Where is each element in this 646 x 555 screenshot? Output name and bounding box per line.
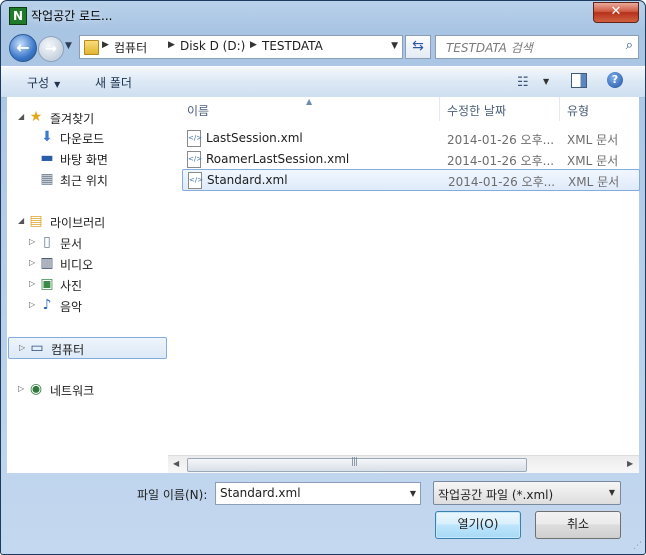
- filename-dropdown-icon[interactable]: ▼: [410, 489, 416, 498]
- sort-ascending-icon: ▲: [306, 97, 313, 106]
- close-button[interactable]: ✕: [593, 2, 639, 23]
- refresh-button[interactable]: ⇆: [405, 35, 431, 59]
- recent-pages-chevron-icon[interactable]: ▼: [65, 41, 72, 51]
- view-options-icon[interactable]: ☷: [517, 75, 529, 90]
- expand-triangle-icon[interactable]: ▷: [19, 343, 25, 352]
- filename-input[interactable]: Standard.xml ▼: [215, 482, 421, 505]
- filetype-value: 작업공간 파일 (*.xml): [438, 488, 554, 502]
- desktop-icon: ▬: [40, 150, 54, 166]
- view-options-chevron-icon[interactable]: ▼: [543, 77, 549, 86]
- breadcrumb-testdata[interactable]: TESTDATA: [262, 39, 323, 53]
- collapse-triangle-icon[interactable]: ◢: [18, 216, 24, 225]
- file-name: Standard.xml: [207, 173, 288, 187]
- app-icon: N: [9, 7, 27, 25]
- horizontal-scrollbar[interactable]: ◀ ||| ▶: [168, 455, 639, 473]
- resize-grip-icon[interactable]: ⋰: [633, 541, 642, 551]
- breadcrumb-arrow-icon[interactable]: ▶: [250, 40, 257, 50]
- nav-item-documents[interactable]: ▷ ▯ 문서: [7, 232, 167, 252]
- xml-file-icon: </>: [188, 172, 203, 189]
- file-list: 이름 ▲ 수정한 날짜 유형 </> LastSession.xml 2014-…: [168, 97, 640, 473]
- command-bar: 구성 ▼ 새 폴더 ☷ ▼ ?: [1, 66, 645, 98]
- expand-triangle-icon[interactable]: ▷: [29, 237, 35, 246]
- open-file-dialog: N 작업공간 로드... ✕ ← → ▼ ▶ 컴퓨터 ▶ Disk D (D:)…: [0, 0, 646, 555]
- nav-item-computer[interactable]: ▷ ▭ 컴퓨터: [8, 337, 167, 359]
- filetype-select[interactable]: 작업공간 파일 (*.xml) ▼: [433, 481, 621, 505]
- column-header-name[interactable]: 이름: [187, 102, 209, 126]
- recent-places-icon: ▦: [40, 171, 54, 187]
- file-date: 2014-01-26 오후...: [448, 175, 556, 189]
- scroll-left-icon[interactable]: ◀: [173, 459, 179, 468]
- nav-item-downloads[interactable]: ⬇ 다운로드: [7, 127, 167, 147]
- downloads-folder-icon: ⬇: [41, 129, 53, 145]
- computer-icon: ▭: [30, 340, 44, 356]
- file-name: LastSession.xml: [206, 131, 303, 145]
- nav-item-favorites[interactable]: ◢ ★ 즐겨찾기: [7, 107, 167, 127]
- expand-triangle-icon[interactable]: ▷: [29, 300, 35, 309]
- nav-item-pictures[interactable]: ▷ ▣ 사진: [7, 274, 167, 294]
- back-button[interactable]: ←: [9, 34, 37, 62]
- address-dropdown-icon[interactable]: ▼: [391, 41, 398, 51]
- nav-item-libraries[interactable]: ◢ ▤ 라이브러리: [7, 211, 167, 231]
- file-type: XML 문서: [568, 175, 620, 189]
- file-type: XML 문서: [567, 133, 619, 147]
- address-bar[interactable]: ▶ 컴퓨터 ▶ Disk D (D:) ▶ TESTDATA ▼: [79, 35, 403, 59]
- forward-button[interactable]: →: [38, 36, 64, 62]
- search-input[interactable]: TESTDATA 검색 ⌕: [435, 35, 639, 59]
- nav-item-videos[interactable]: ▷ ▥ 비디오: [7, 253, 167, 273]
- window-title: 작업공간 로드...: [31, 9, 113, 23]
- cancel-button[interactable]: 취소: [535, 511, 621, 539]
- filename-value: Standard.xml: [220, 486, 301, 500]
- documents-icon: ▯: [43, 234, 51, 250]
- new-folder-button[interactable]: 새 폴더: [95, 74, 132, 91]
- file-name: RoamerLastSession.xml: [206, 152, 350, 166]
- search-icon[interactable]: ⌕: [626, 38, 633, 53]
- title-bar[interactable]: N 작업공간 로드... ✕: [1, 1, 645, 29]
- video-film-icon: ▥: [40, 255, 54, 271]
- expand-triangle-icon[interactable]: ▷: [29, 279, 35, 288]
- search-placeholder: TESTDATA 검색: [446, 41, 533, 55]
- preview-pane-icon[interactable]: [571, 73, 587, 88]
- filename-label: 파일 이름(N):: [137, 488, 208, 502]
- breadcrumb-arrow-icon[interactable]: ▶: [102, 40, 109, 50]
- help-icon[interactable]: ?: [607, 72, 623, 88]
- network-globe-icon: ◉: [29, 381, 43, 397]
- column-divider[interactable]: [559, 97, 560, 121]
- scroll-right-icon[interactable]: ▶: [627, 459, 633, 468]
- filetype-dropdown-icon[interactable]: ▼: [609, 488, 615, 497]
- column-header-date-modified[interactable]: 수정한 날짜: [447, 102, 506, 126]
- xml-file-icon: </>: [187, 130, 202, 147]
- breadcrumb-arrow-icon[interactable]: ▶: [168, 40, 175, 50]
- grip-icon: |||: [351, 457, 358, 467]
- library-folder-icon: ▤: [29, 213, 43, 229]
- folder-icon: [84, 40, 99, 55]
- breadcrumb-disk-d[interactable]: Disk D (D:): [180, 39, 245, 53]
- xml-file-icon: </>: [187, 151, 202, 168]
- file-type: XML 문서: [567, 154, 619, 168]
- navigation-bar: ← → ▼ ▶ 컴퓨터 ▶ Disk D (D:) ▶ TESTDATA ▼ ⇆…: [1, 31, 645, 63]
- nav-item-recent-places[interactable]: ▦ 최근 위치: [7, 169, 167, 189]
- nav-item-music[interactable]: ▷ ♪ 음악: [7, 295, 167, 315]
- collapse-triangle-icon[interactable]: ◢: [18, 112, 24, 121]
- dialog-footer: 파일 이름(N): Standard.xml ▼ 작업공간 파일 (*.xml)…: [1, 473, 645, 554]
- file-date: 2014-01-26 오후...: [447, 154, 555, 168]
- nav-item-network[interactable]: ▷ ◉ 네트워크: [7, 379, 167, 399]
- file-date: 2014-01-26 오후...: [447, 133, 555, 147]
- expand-triangle-icon[interactable]: ▷: [18, 384, 24, 393]
- file-row[interactable]: </> RoamerLastSession.xml 2014-01-26 오후.…: [182, 149, 638, 169]
- nav-item-desktop[interactable]: ▬ 바탕 화면: [7, 148, 167, 168]
- column-header-type[interactable]: 유형: [567, 102, 589, 126]
- pictures-icon: ▣: [40, 276, 54, 292]
- breadcrumb-computer[interactable]: 컴퓨터: [114, 39, 147, 56]
- scroll-thumb[interactable]: |||: [187, 457, 527, 472]
- open-button[interactable]: 열기(O): [435, 511, 521, 539]
- music-note-icon: ♪: [42, 297, 52, 313]
- star-icon: ★: [29, 109, 43, 125]
- navigation-pane: ◢ ★ 즐겨찾기 ⬇ 다운로드 ▬ 바탕 화면 ▦ 최근 위치 ◢ ▤ 라이브러…: [7, 97, 169, 473]
- column-divider[interactable]: [439, 97, 440, 121]
- file-row[interactable]: </> LastSession.xml 2014-01-26 오후... XML…: [182, 128, 638, 148]
- file-row-selected[interactable]: </> Standard.xml 2014-01-26 오후... XML 문서: [182, 169, 640, 191]
- expand-triangle-icon[interactable]: ▷: [29, 258, 35, 267]
- organize-menu[interactable]: 구성 ▼: [27, 74, 60, 91]
